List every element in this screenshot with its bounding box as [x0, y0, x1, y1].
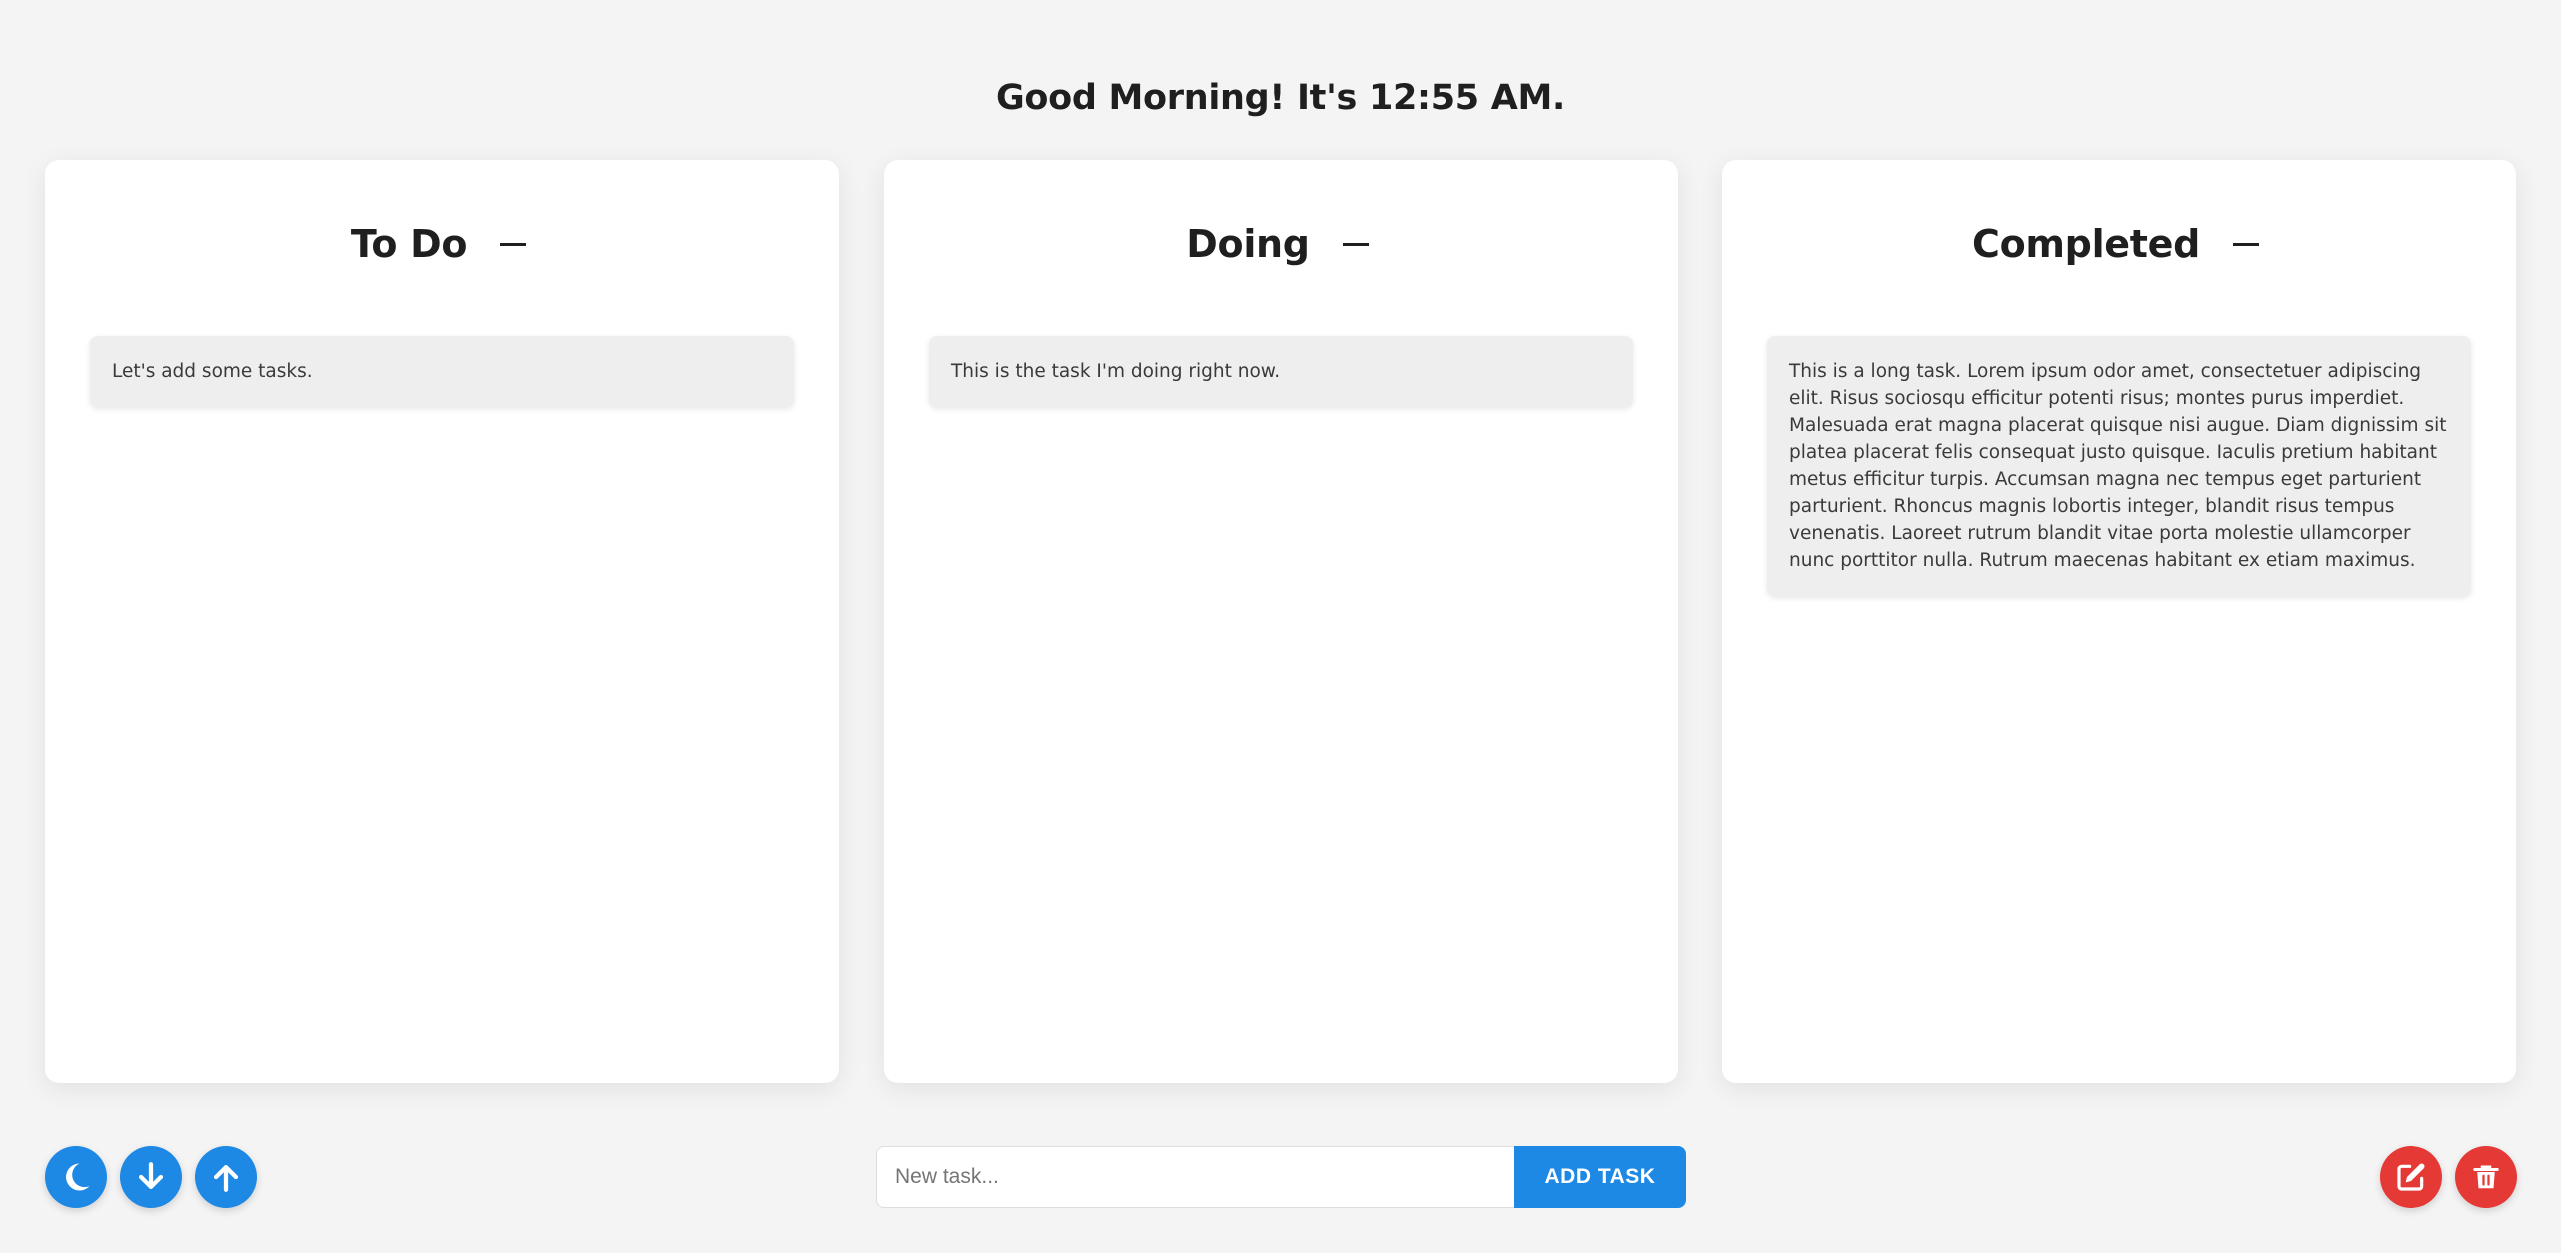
column-header: Doing	[884, 222, 1678, 266]
minus-icon	[2233, 242, 2260, 246]
new-task-input[interactable]	[876, 1146, 1516, 1208]
column-title: Completed	[1971, 222, 2201, 266]
trash-icon	[2473, 1165, 2499, 1189]
greeting-heading: Good Morning! It's 12:55 AM.	[995, 78, 1566, 118]
edit-icon	[2397, 1163, 2425, 1191]
column-header: To Do	[45, 222, 839, 266]
minus-icon	[1342, 242, 1369, 246]
column-header: Completed	[1722, 222, 2516, 266]
column-doing: Doing This is the task I'm doing right n…	[884, 160, 1678, 1083]
column-title: To Do	[350, 222, 468, 266]
move-down-button[interactable]	[120, 1146, 182, 1208]
minus-icon	[500, 242, 527, 246]
task-card[interactable]: This is the task I'm doing right now.	[929, 336, 1633, 407]
collapse-button[interactable]	[1336, 224, 1376, 264]
collapse-button[interactable]	[493, 224, 533, 264]
column-completed: Completed This is a long task. Lorem ips…	[1722, 160, 2516, 1083]
arrow-up-icon	[213, 1164, 239, 1192]
column-title: Doing	[1186, 222, 1310, 266]
move-up-button[interactable]	[195, 1146, 257, 1208]
bottom-toolbar: ADD TASK	[0, 1146, 2561, 1208]
dark-mode-button[interactable]	[45, 1146, 107, 1208]
arrow-down-icon	[138, 1162, 164, 1190]
add-task-button[interactable]: ADD TASK	[1514, 1146, 1686, 1208]
task-card[interactable]: Let's add some tasks.	[90, 336, 794, 407]
collapse-button[interactable]	[2226, 224, 2266, 264]
delete-button[interactable]	[2455, 1146, 2517, 1208]
task-card[interactable]: This is a long task. Lorem ipsum odor am…	[1767, 336, 2471, 596]
column-todo: To Do Let's add some tasks.	[45, 160, 839, 1083]
edit-button[interactable]	[2380, 1146, 2442, 1208]
moon-icon	[66, 1163, 90, 1191]
